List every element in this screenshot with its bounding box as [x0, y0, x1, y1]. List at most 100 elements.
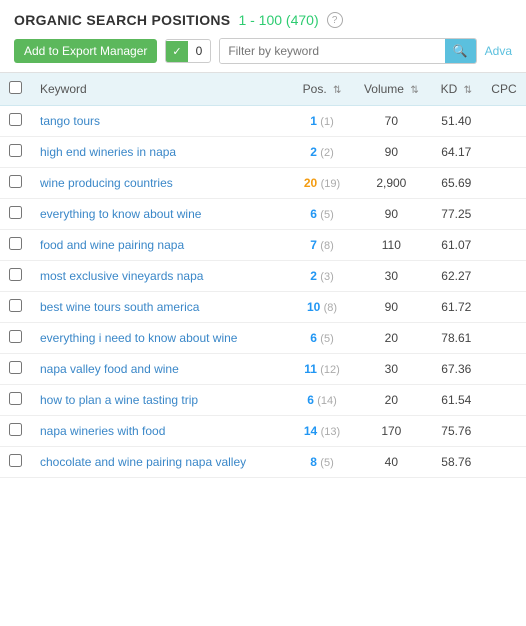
keyword-link[interactable]: tango tours	[40, 114, 100, 128]
keyword-cell: tango tours	[30, 106, 292, 137]
pos-prev: (13)	[321, 426, 341, 438]
table-row: chocolate and wine pairing napa valley 8 …	[0, 447, 526, 478]
cpc-cell	[482, 354, 526, 385]
keyword-link[interactable]: how to plan a wine tasting trip	[40, 393, 198, 407]
keyword-link[interactable]: everything i need to know about wine	[40, 331, 237, 345]
row-checkbox-cell	[0, 261, 30, 292]
row-checkbox[interactable]	[9, 392, 22, 405]
table-header-row: Keyword Pos. ⇅ Volume ⇅ KD ⇅ CPC	[0, 73, 526, 106]
filter-input[interactable]	[220, 39, 444, 63]
row-checkbox-cell	[0, 447, 30, 478]
kd-cell: 61.72	[431, 292, 482, 323]
selected-count-widget: ✓ 0	[165, 39, 211, 63]
table-row: everything to know about wine6 (5)9077.2…	[0, 199, 526, 230]
pos-sort-icon[interactable]: ⇅	[333, 85, 341, 96]
checkmark-icon: ✓	[166, 41, 187, 62]
row-checkbox[interactable]	[9, 175, 22, 188]
kd-cell: 62.27	[431, 261, 482, 292]
row-checkbox-cell	[0, 416, 30, 447]
row-checkbox[interactable]	[9, 454, 22, 467]
header-cpc: CPC	[482, 73, 526, 106]
cpc-cell	[482, 292, 526, 323]
kd-cell: 51.40	[431, 106, 482, 137]
header-volume: Volume ⇅	[352, 73, 431, 106]
pos-value: 20	[304, 176, 317, 190]
kd-cell: 75.76	[431, 416, 482, 447]
volume-cell: 110	[352, 230, 431, 261]
row-checkbox[interactable]	[9, 423, 22, 436]
pos-value: 7	[310, 238, 317, 252]
keyword-link[interactable]: best wine tours south america	[40, 300, 199, 314]
row-checkbox[interactable]	[9, 206, 22, 219]
keyword-cell: how to plan a wine tasting trip	[30, 385, 292, 416]
row-checkbox[interactable]	[9, 113, 22, 126]
row-checkbox[interactable]	[9, 330, 22, 343]
pos-cell: 6 (5)	[292, 323, 352, 354]
keyword-cell: most exclusive vineyards napa	[30, 261, 292, 292]
pos-cell: 10 (8)	[292, 292, 352, 323]
pos-value: 6	[310, 331, 317, 345]
pos-cell: 14 (13)	[292, 416, 352, 447]
keyword-link[interactable]: chocolate and wine pairing napa valley	[40, 455, 246, 469]
kd-sort-icon[interactable]: ⇅	[464, 85, 472, 96]
volume-cell: 20	[352, 323, 431, 354]
pos-prev: (5)	[320, 209, 333, 221]
search-button[interactable]: 🔍	[445, 39, 476, 63]
keyword-link[interactable]: most exclusive vineyards napa	[40, 269, 203, 283]
keyword-cell: everything to know about wine	[30, 199, 292, 230]
keyword-link[interactable]: everything to know about wine	[40, 207, 201, 221]
info-icon[interactable]: ?	[327, 12, 343, 28]
pos-cell: 20 (19)	[292, 168, 352, 199]
cpc-cell	[482, 106, 526, 137]
select-all-checkbox[interactable]	[9, 81, 22, 94]
cpc-cell	[482, 168, 526, 199]
row-checkbox[interactable]	[9, 268, 22, 281]
pos-value: 2	[310, 145, 317, 159]
keyword-link[interactable]: napa wineries with food	[40, 424, 165, 438]
row-checkbox[interactable]	[9, 299, 22, 312]
pos-cell: 8 (5)	[292, 447, 352, 478]
add-export-button[interactable]: Add to Export Manager	[14, 39, 157, 63]
volume-sort-icon[interactable]: ⇅	[410, 85, 418, 96]
row-checkbox[interactable]	[9, 361, 22, 374]
keyword-link[interactable]: high end wineries in napa	[40, 145, 176, 159]
row-checkbox-cell	[0, 354, 30, 385]
row-checkbox-cell	[0, 199, 30, 230]
pos-value: 10	[307, 300, 320, 314]
pos-cell: 2 (2)	[292, 137, 352, 168]
header-checkbox-col	[0, 73, 30, 106]
page-title: ORGANIC SEARCH POSITIONS	[14, 12, 230, 28]
cpc-cell	[482, 230, 526, 261]
pos-value: 6	[307, 393, 314, 407]
cpc-cell	[482, 447, 526, 478]
kd-cell: 65.69	[431, 168, 482, 199]
table-row: napa wineries with food14 (13)17075.76	[0, 416, 526, 447]
pos-cell: 6 (5)	[292, 199, 352, 230]
pos-prev: (14)	[317, 395, 337, 407]
pos-prev: (8)	[320, 240, 333, 252]
keyword-link[interactable]: napa valley food and wine	[40, 362, 179, 376]
pos-prev: (19)	[321, 178, 341, 190]
advanced-link[interactable]: Adva	[485, 44, 512, 58]
pos-value: 11	[304, 362, 317, 376]
pos-cell: 2 (3)	[292, 261, 352, 292]
keyword-link[interactable]: wine producing countries	[40, 176, 173, 190]
row-checkbox[interactable]	[9, 144, 22, 157]
results-table: Keyword Pos. ⇅ Volume ⇅ KD ⇅ CPC tango t…	[0, 73, 526, 478]
pos-value: 8	[310, 455, 317, 469]
cpc-cell	[482, 261, 526, 292]
kd-cell: 61.07	[431, 230, 482, 261]
keyword-cell: chocolate and wine pairing napa valley	[30, 447, 292, 478]
pos-cell: 7 (8)	[292, 230, 352, 261]
cpc-cell	[482, 416, 526, 447]
keyword-link[interactable]: food and wine pairing napa	[40, 238, 184, 252]
controls-row: Add to Export Manager ✓ 0 🔍 Adva	[14, 38, 512, 64]
kd-cell: 67.36	[431, 354, 482, 385]
row-checkbox-cell	[0, 292, 30, 323]
row-checkbox-cell	[0, 385, 30, 416]
row-checkbox[interactable]	[9, 237, 22, 250]
table-row: food and wine pairing napa7 (8)11061.07	[0, 230, 526, 261]
volume-cell: 30	[352, 261, 431, 292]
table-row: how to plan a wine tasting trip6 (14)206…	[0, 385, 526, 416]
header-pos: Pos. ⇅	[292, 73, 352, 106]
